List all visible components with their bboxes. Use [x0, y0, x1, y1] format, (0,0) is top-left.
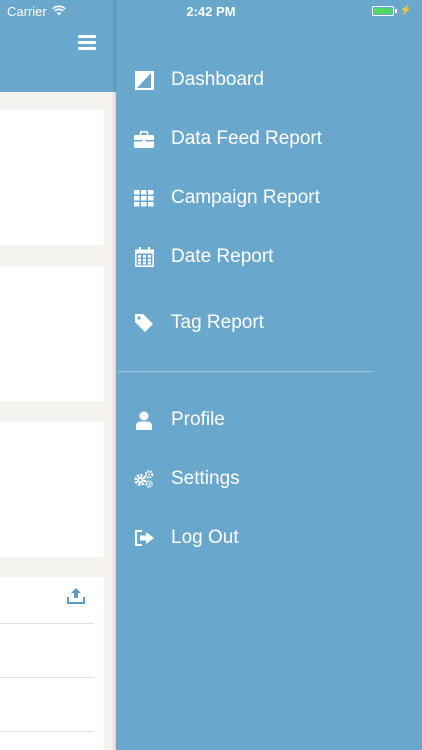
content-card [0, 266, 104, 401]
menu-label: Log Out [171, 527, 239, 548]
status-time: 2:42 PM [186, 4, 236, 19]
status-bar: Carrier 2:42 PM ⚡ [0, 0, 422, 22]
upload-icon[interactable] [67, 587, 85, 605]
menu-item-dashboard[interactable]: Dashboard [117, 58, 417, 102]
hamburger-icon[interactable] [78, 35, 96, 50]
gears-icon [134, 469, 154, 489]
user-icon [134, 410, 154, 430]
menu-divider [117, 371, 373, 372]
menu-label: Data Feed Report [171, 128, 323, 149]
side-menu: Dashboard Data Feed Report Campaign Repo… [117, 0, 422, 750]
row-divider [0, 731, 94, 732]
briefcase-icon [134, 129, 154, 149]
dashboard-icon [134, 70, 154, 90]
grid-icon [134, 188, 154, 208]
menu-label: Settings [171, 468, 240, 489]
content-card [0, 577, 104, 750]
menu-item-campaign-report[interactable]: Campaign Report [117, 176, 417, 220]
menu-label: Profile [171, 409, 225, 430]
menu-item-log-out[interactable]: Log Out [117, 516, 417, 560]
menu-item-profile[interactable]: Profile [117, 398, 417, 442]
calendar-icon [134, 247, 154, 267]
content-card [0, 110, 104, 245]
battery-level-fill [373, 7, 392, 14]
battery-icon: ⚡ [371, 5, 412, 16]
content-card [0, 422, 104, 557]
menu-label: Tag Report [171, 312, 264, 333]
tag-icon [134, 313, 154, 333]
logout-icon [134, 528, 154, 548]
row-divider [0, 623, 94, 624]
menu-item-date-report[interactable]: Date Report [117, 235, 417, 279]
menu-item-tag-report[interactable]: Tag Report [117, 301, 417, 345]
charging-bolt-icon: ⚡ [399, 5, 412, 16]
menu-label: Dashboard [171, 69, 264, 90]
menu-item-data-feed-report[interactable]: Data Feed Report [117, 117, 417, 161]
menu-label: Campaign Report [171, 187, 320, 208]
row-divider [0, 677, 94, 678]
main-content [0, 0, 116, 750]
menu-item-settings[interactable]: Settings [117, 457, 417, 501]
menu-label: Date Report [171, 246, 274, 267]
